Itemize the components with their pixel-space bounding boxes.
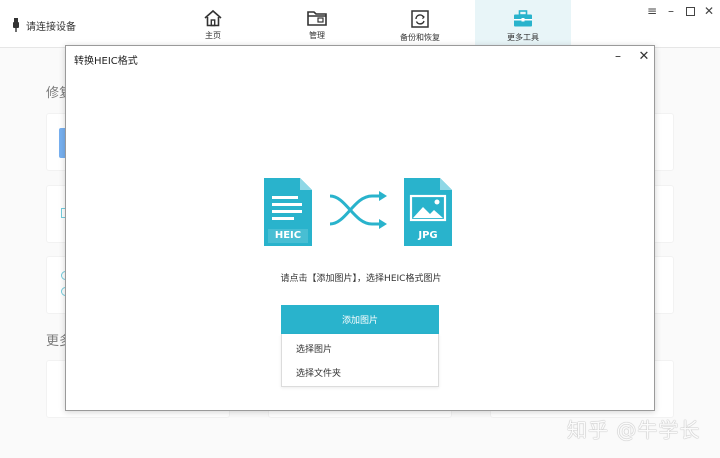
toolbox-icon <box>514 10 532 27</box>
tab-backup-restore[interactable]: 备份和恢复 <box>372 0 468 47</box>
dialog-minimize-button[interactable]: – <box>610 49 626 63</box>
tab-more-tools[interactable]: 更多工具 <box>475 0 571 47</box>
menu-icon: ≡ <box>646 4 658 18</box>
heic-to-jpg-illustration: HEIC JPG <box>262 178 458 248</box>
home-icon <box>204 9 222 27</box>
dropdown-item-select-folder[interactable]: 选择文件夹 <box>282 360 440 384</box>
minimize-icon: – <box>615 49 621 63</box>
main-titlebar: 请连接设备 主页 管理 备份和恢复 更多工具 ≡ – ✕ <box>0 0 720 48</box>
dropdown-item-select-image[interactable]: 选择图片 <box>282 336 440 360</box>
tab-backup-restore-label: 备份和恢复 <box>400 33 440 42</box>
close-icon: ✕ <box>638 48 650 64</box>
tab-home[interactable]: 主页 <box>165 0 261 47</box>
minimize-icon: – <box>668 4 674 18</box>
watermark-text: 知乎 @牛学长 <box>567 418 701 442</box>
maximize-icon <box>685 6 695 16</box>
close-icon: ✕ <box>703 4 715 18</box>
device-label: 请连接设备 <box>26 21 76 33</box>
menu-button[interactable]: ≡ <box>644 4 660 18</box>
usb-icon <box>13 18 19 32</box>
folder-icon <box>307 11 327 26</box>
heic-format-label: HEIC <box>274 230 302 241</box>
instruction-text: 请点击【添加图片】，选择HEIC格式图片 <box>280 274 442 284</box>
heic-convert-dialog: 转换HEIC格式 – ✕ HEIC JPG 请点击【添加图片】，选择HEIC格式… <box>65 45 655 411</box>
dialog-close-button[interactable]: ✕ <box>636 48 652 64</box>
tab-home-label: 主页 <box>205 31 221 40</box>
jpg-format-label: JPG <box>418 230 438 241</box>
convert-arrows-icon <box>329 194 380 226</box>
minimize-button[interactable]: – <box>663 4 679 18</box>
close-button[interactable]: ✕ <box>701 4 717 18</box>
add-image-dropdown: 选择图片 选择文件夹 <box>281 334 439 387</box>
add-image-button[interactable]: 添加图片 <box>281 305 439 334</box>
device-status[interactable]: 请连接设备 <box>12 16 76 34</box>
tab-more-tools-label: 更多工具 <box>507 33 539 42</box>
dialog-title: 转换HEIC格式 <box>74 56 138 67</box>
maximize-button[interactable] <box>682 4 698 18</box>
backup-restore-icon <box>411 10 429 28</box>
tab-manage[interactable]: 管理 <box>269 0 365 47</box>
tab-manage-label: 管理 <box>309 31 325 40</box>
